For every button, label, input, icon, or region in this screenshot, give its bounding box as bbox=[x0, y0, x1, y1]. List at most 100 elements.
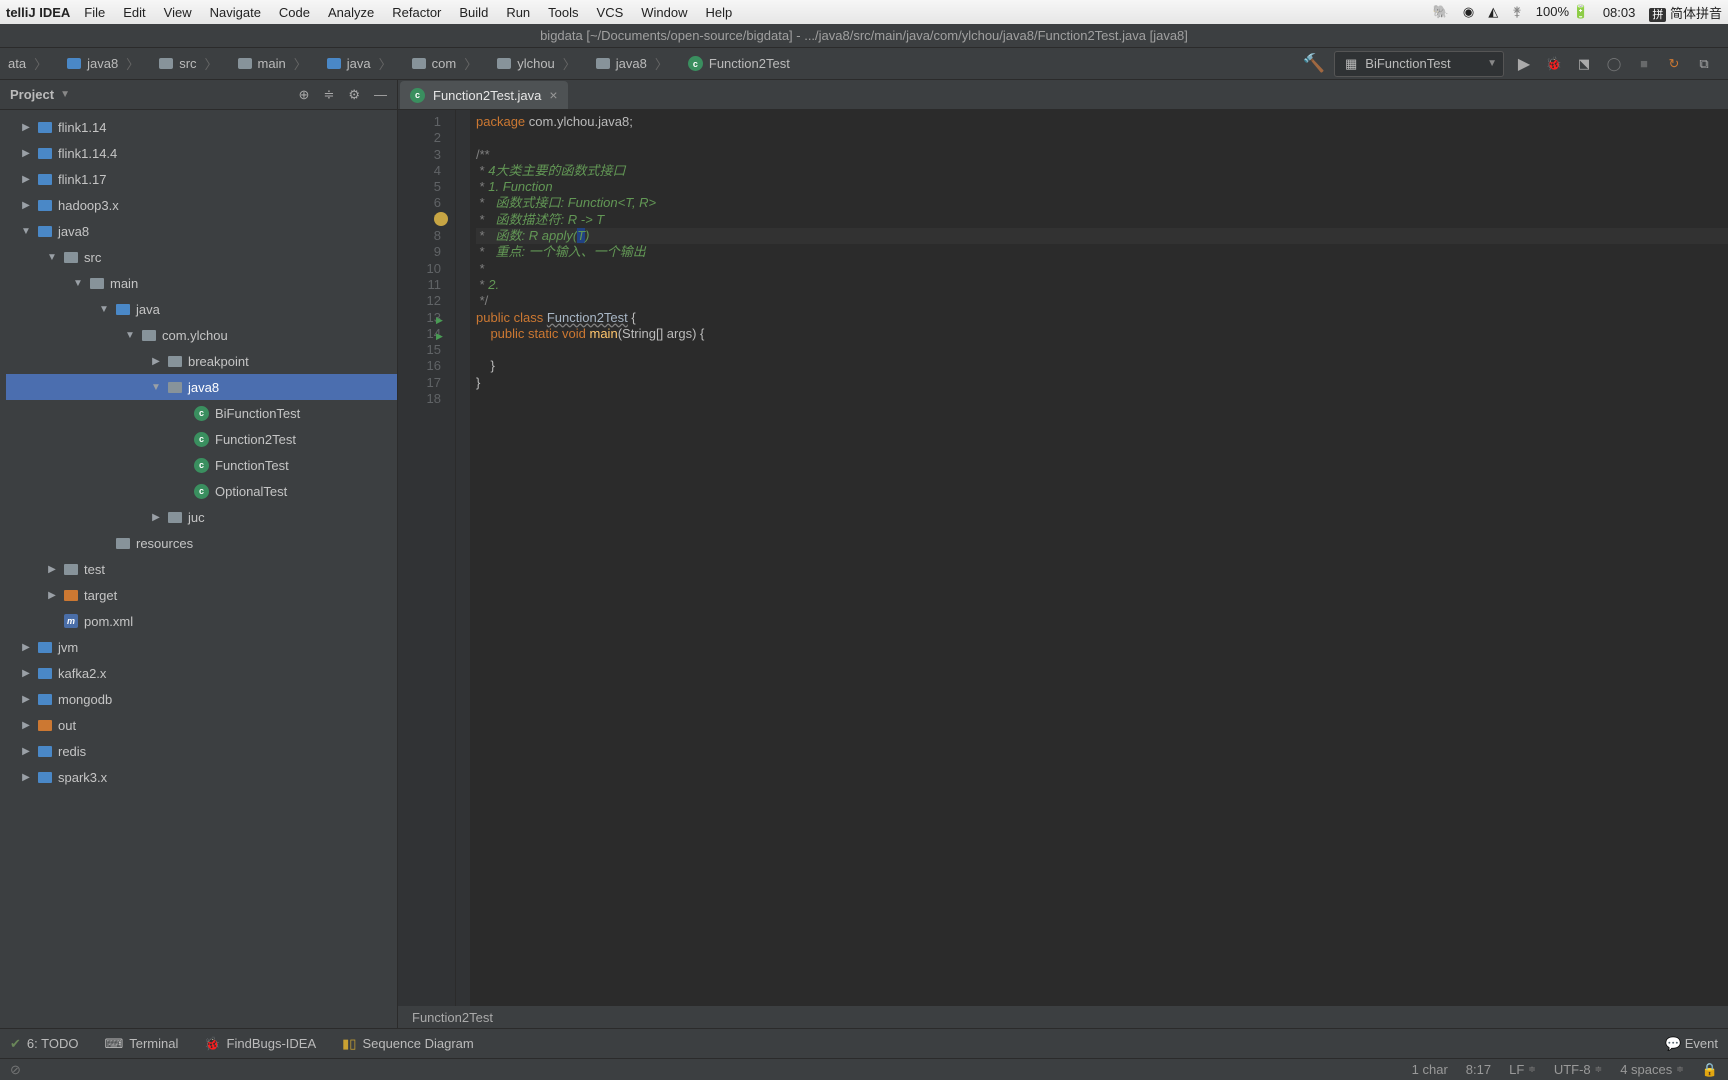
tree-node[interactable]: ▶out bbox=[6, 712, 397, 738]
wifi-icon[interactable]: ◭ bbox=[1488, 4, 1498, 20]
code-editor[interactable]: 123456789101112▶13▶1415161718 package co… bbox=[398, 110, 1728, 1006]
tree-node[interactable]: ▼java8 bbox=[6, 218, 397, 244]
search-everywhere-button[interactable]: ⧉ bbox=[1694, 56, 1714, 72]
tree-twisty[interactable]: ▶ bbox=[20, 772, 32, 783]
menu-file[interactable]: File bbox=[84, 5, 105, 20]
tree-node[interactable]: Function2Test bbox=[6, 426, 397, 452]
chevron-down-icon[interactable]: ▼ bbox=[60, 89, 70, 100]
crumb-pkg-java8[interactable]: java8〉 bbox=[588, 54, 678, 73]
tree-node[interactable]: mpom.xml bbox=[6, 608, 397, 634]
tree-node[interactable]: ▼java8 bbox=[6, 374, 397, 400]
crumb-com[interactable]: com〉 bbox=[404, 54, 488, 73]
tree-twisty[interactable]: ▶ bbox=[20, 720, 32, 731]
battery-status[interactable]: 100% 🔋 bbox=[1536, 4, 1589, 20]
tab-function2test[interactable]: c Function2Test.java × bbox=[400, 81, 568, 109]
crumb-file[interactable]: cFunction2Test bbox=[680, 56, 798, 71]
update-button[interactable]: ↻ bbox=[1664, 56, 1684, 72]
status-position[interactable]: 8:17 bbox=[1466, 1062, 1491, 1077]
settings-icon[interactable]: ⚙ bbox=[348, 87, 360, 103]
tree-twisty[interactable]: ▼ bbox=[124, 330, 136, 341]
tree-node[interactable]: BiFunctionTest bbox=[6, 400, 397, 426]
menu-help[interactable]: Help bbox=[706, 5, 733, 20]
tree-twisty[interactable]: ▼ bbox=[72, 278, 84, 289]
code-line[interactable]: /** bbox=[476, 147, 1728, 163]
code-line[interactable]: */ bbox=[476, 293, 1728, 309]
tree-twisty[interactable]: ▶ bbox=[20, 642, 32, 653]
tree-node[interactable]: ▶test bbox=[6, 556, 397, 582]
close-icon[interactable]: × bbox=[549, 87, 557, 103]
tree-twisty[interactable]: ▼ bbox=[46, 252, 58, 263]
code-area[interactable]: package com.ylchou.java8; /** * 4大类主要的函数… bbox=[470, 110, 1728, 1006]
crumb-main[interactable]: main〉 bbox=[230, 54, 317, 73]
code-line[interactable]: * 函数: R apply(T) bbox=[476, 228, 1728, 244]
code-line[interactable]: public class Function2Test { bbox=[476, 310, 1728, 326]
clock[interactable]: 08:03 bbox=[1603, 5, 1636, 20]
menu-navigate[interactable]: Navigate bbox=[210, 5, 261, 20]
tree-twisty[interactable]: ▼ bbox=[150, 382, 162, 393]
tree-twisty[interactable]: ▶ bbox=[20, 122, 32, 133]
crumb-src[interactable]: src〉 bbox=[151, 54, 227, 73]
tree-twisty[interactable]: ▶ bbox=[20, 200, 32, 211]
crumb-root[interactable]: ata〉 bbox=[0, 54, 57, 73]
eventlog-tool[interactable]: 💬 Event bbox=[1665, 1036, 1718, 1052]
menu-analyze[interactable]: Analyze bbox=[328, 5, 374, 20]
ime-indicator[interactable]: 拼 简体拼音 bbox=[1649, 3, 1722, 22]
menu-window[interactable]: Window bbox=[641, 5, 687, 20]
code-line[interactable] bbox=[476, 342, 1728, 358]
run-button[interactable]: ▶ bbox=[1514, 54, 1534, 74]
tree-node[interactable]: ▶flink1.17 bbox=[6, 166, 397, 192]
menu-tools[interactable]: Tools bbox=[548, 5, 578, 20]
tree-twisty[interactable]: ▶ bbox=[150, 512, 162, 523]
crumb-java8[interactable]: java8〉 bbox=[59, 54, 149, 73]
tree-node[interactable]: FunctionTest bbox=[6, 452, 397, 478]
coverage-button[interactable]: ⬔ bbox=[1574, 56, 1594, 72]
tree-node[interactable]: ▶target bbox=[6, 582, 397, 608]
code-line[interactable]: * 函数描述符: R -> T bbox=[476, 212, 1728, 228]
intention-bulb-icon[interactable] bbox=[434, 212, 448, 226]
menu-view[interactable]: View bbox=[164, 5, 192, 20]
code-line[interactable]: * 2. bbox=[476, 277, 1728, 293]
editor-breadcrumb[interactable]: Function2Test bbox=[398, 1006, 1728, 1028]
terminal-tool[interactable]: ⌨Terminal bbox=[104, 1036, 178, 1052]
tree-twisty[interactable]: ▼ bbox=[20, 226, 32, 237]
locate-icon[interactable]: ⊕ bbox=[299, 87, 310, 103]
tree-node[interactable]: ▶redis bbox=[6, 738, 397, 764]
menu-code[interactable]: Code bbox=[279, 5, 310, 20]
tree-node[interactable]: ▶flink1.14 bbox=[6, 114, 397, 140]
menu-edit[interactable]: Edit bbox=[123, 5, 145, 20]
status-indent[interactable]: 4 spaces≑ bbox=[1620, 1062, 1684, 1077]
record-icon[interactable]: ◉ bbox=[1463, 4, 1474, 20]
status-encoding[interactable]: UTF-8≑ bbox=[1554, 1062, 1602, 1077]
code-line[interactable]: * bbox=[476, 261, 1728, 277]
code-line[interactable] bbox=[476, 130, 1728, 146]
build-button[interactable]: 🔨 bbox=[1304, 53, 1324, 74]
menu-vcs[interactable]: VCS bbox=[597, 5, 624, 20]
code-line[interactable]: * 函数式接口: Function<T, R> bbox=[476, 195, 1728, 211]
tree-twisty[interactable]: ▶ bbox=[20, 174, 32, 185]
bluetooth-icon[interactable]: ⚵ bbox=[1512, 4, 1522, 20]
sequence-tool[interactable]: ▮▯Sequence Diagram bbox=[342, 1036, 474, 1052]
debug-button[interactable]: 🐞 bbox=[1544, 56, 1564, 72]
todo-tool[interactable]: ✔6: TODO bbox=[10, 1036, 78, 1052]
stop-button[interactable]: ■ bbox=[1634, 56, 1654, 71]
lock-icon[interactable]: 🔒 bbox=[1702, 1062, 1718, 1078]
code-line[interactable]: } bbox=[476, 358, 1728, 374]
inspect-icon[interactable]: ⊘ bbox=[10, 1062, 21, 1078]
tree-node[interactable]: OptionalTest bbox=[6, 478, 397, 504]
collapse-icon[interactable]: ≑ bbox=[323, 87, 334, 103]
tree-twisty[interactable]: ▼ bbox=[98, 304, 110, 315]
tree-twisty[interactable]: ▶ bbox=[150, 356, 162, 367]
run-config-dropdown[interactable]: ▦ BiFunctionTest ▼ bbox=[1334, 51, 1504, 77]
crumb-ylchou[interactable]: ylchou〉 bbox=[489, 54, 586, 73]
evernote-icon[interactable]: 🐘 bbox=[1433, 4, 1449, 20]
findbugs-tool[interactable]: 🐞FindBugs-IDEA bbox=[204, 1036, 316, 1052]
code-line[interactable]: * 重点: 一个输入、一个输出 bbox=[476, 244, 1728, 260]
tree-twisty[interactable]: ▶ bbox=[20, 668, 32, 679]
code-line[interactable]: * 1. Function bbox=[476, 179, 1728, 195]
code-line[interactable] bbox=[476, 391, 1728, 407]
tree-node[interactable]: ▼java bbox=[6, 296, 397, 322]
tree-node[interactable]: ▶flink1.14.4 bbox=[6, 140, 397, 166]
tree-twisty[interactable]: ▶ bbox=[20, 148, 32, 159]
tree-node[interactable]: ▼main bbox=[6, 270, 397, 296]
tree-node[interactable]: resources bbox=[6, 530, 397, 556]
